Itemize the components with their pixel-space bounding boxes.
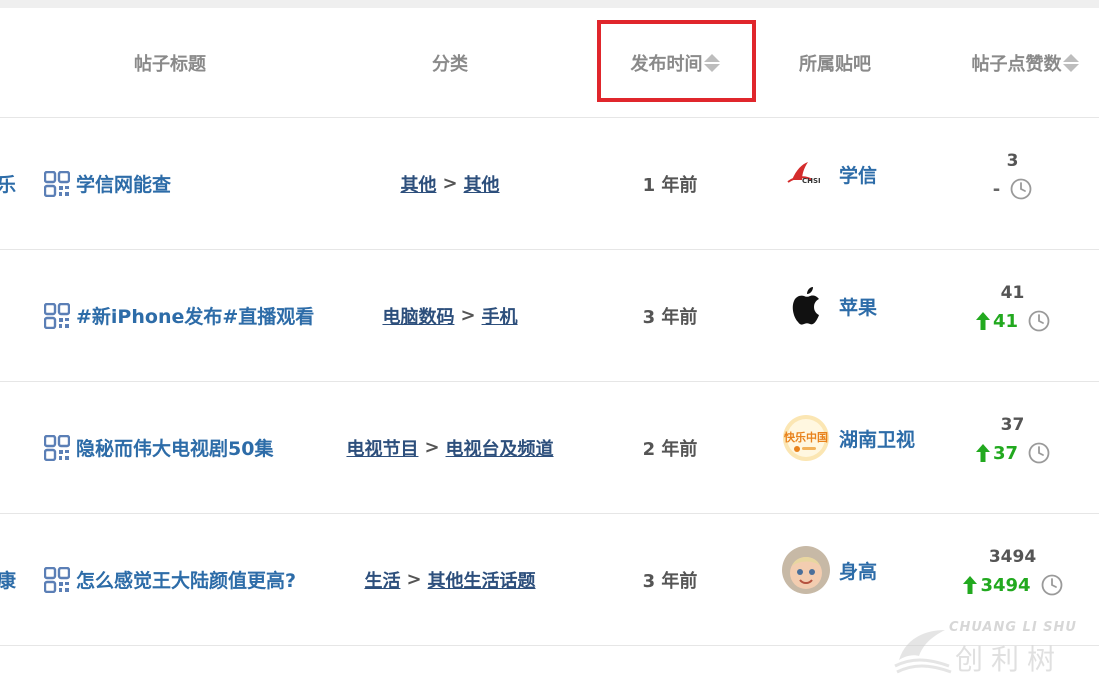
watermark-en: CHUANG LI SHU: [949, 620, 1077, 635]
tieba-name-link[interactable]: 湖南卫视: [839, 425, 915, 452]
tieba-name-link[interactable]: 学信: [839, 161, 877, 188]
clock-icon[interactable]: [1028, 310, 1050, 332]
watermark-cn: 创利树: [955, 643, 1064, 676]
table-row: #新iPhone发布#直播观看 电脑数码 > 手机 3 年前 苹果 41 41: [0, 250, 1099, 382]
likes-count: 3: [1006, 151, 1019, 171]
category-cell: 其他 > 其他: [310, 118, 590, 249]
likes-delta-value: 41: [992, 310, 1019, 332]
category-link-primary[interactable]: 生活: [364, 567, 400, 593]
column-category-label: 分类: [432, 53, 468, 75]
tieba-cell: CHSI 学信: [782, 118, 877, 230]
column-header-likes[interactable]: 帖子点赞数: [950, 8, 1099, 117]
post-title-link[interactable]: 隐秘而伟大电视剧50集: [43, 382, 274, 513]
category-link-primary[interactable]: 电视节目: [346, 435, 418, 461]
likes-change: 37: [950, 442, 1075, 464]
truncated-text: 乐: [0, 174, 16, 196]
post-title-text: 隐秘而伟大电视剧50集: [76, 438, 274, 460]
clock-icon[interactable]: [1028, 442, 1050, 464]
category-link-secondary[interactable]: 其他: [464, 171, 500, 197]
post-title-link[interactable]: 学信网能查: [43, 118, 172, 249]
post-title-link[interactable]: #新iPhone发布#直播观看: [43, 250, 315, 381]
category-link-primary[interactable]: 其他: [400, 171, 436, 197]
category-cell: 电脑数码 > 手机: [310, 250, 590, 381]
category-link-secondary[interactable]: 电视台及频道: [446, 435, 554, 461]
category-link-secondary[interactable]: 手机: [482, 303, 518, 329]
post-title-text: 怎么感觉王大陆颜值更高?: [76, 570, 297, 592]
likes-delta-value: 3494: [980, 574, 1031, 596]
post-title-text: #新iPhone发布#直播观看: [76, 306, 315, 328]
qr-code-icon[interactable]: [43, 434, 71, 461]
category-separator: >: [460, 305, 476, 326]
svg-text:快乐中国: 快乐中国: [783, 430, 828, 444]
publish-time: 3 年前: [642, 306, 698, 328]
clock-icon[interactable]: [1041, 574, 1063, 596]
likes-change: -: [950, 178, 1075, 200]
category-cell: 生活 > 其他生活话题: [310, 514, 590, 645]
truncated-cell: 乐: [0, 118, 16, 249]
likes-count: 37: [1000, 415, 1025, 435]
arrow-up-icon: [975, 311, 991, 331]
tieba-logo-icon[interactable]: 快乐中国: [782, 414, 830, 462]
watermark-logo: CHUANG LI SHU 创利树: [893, 618, 1093, 678]
tieba-name-link[interactable]: 身高: [839, 557, 877, 584]
tieba-cell: 身高: [782, 514, 877, 626]
svg-text:CHSI: CHSI: [802, 177, 821, 185]
likes-change: 41: [950, 310, 1075, 332]
category-separator: >: [424, 437, 440, 458]
highlight-box: [597, 20, 756, 102]
post-title-text: 学信网能查: [76, 174, 172, 196]
table-header: 帖子标题 分类 发布时间 所属贴吧 帖子点赞数: [0, 8, 1099, 118]
column-likes-label: 帖子点赞数: [971, 53, 1062, 75]
tieba-cell: 苹果: [782, 250, 877, 362]
table-row: 乐 学信网能查 其他 > 其他 1 年前 CHSI 学信 3-: [0, 118, 1099, 250]
likes-count: 3494: [988, 547, 1037, 567]
likes-count: 41: [1000, 283, 1025, 303]
truncated-cell: 康: [0, 514, 16, 645]
tieba-name-link[interactable]: 苹果: [839, 293, 877, 320]
likes-delta-value: -: [992, 178, 1001, 200]
column-header-category: 分类: [310, 8, 590, 117]
tieba-cell: 快乐中国 湖南卫视: [782, 382, 915, 494]
column-header-tieba: 所属贴吧: [760, 8, 910, 117]
publish-time: 1 年前: [642, 174, 698, 196]
column-tieba-label: 所属贴吧: [799, 53, 871, 75]
category-cell: 电视节目 > 电视台及频道: [310, 382, 590, 513]
likes-cell: 3-: [950, 118, 1075, 249]
top-bar: [0, 0, 1099, 8]
arrow-up-icon: [962, 575, 978, 595]
likes-delta-value: 37: [992, 442, 1019, 464]
qr-code-icon[interactable]: [43, 566, 71, 593]
tieba-logo-icon[interactable]: CHSI: [782, 150, 830, 198]
table-row: 隐秘而伟大电视剧50集 电视节目 > 电视台及频道 2 年前 快乐中国 湖南卫视 37 37: [0, 382, 1099, 514]
sort-icon[interactable]: [1062, 53, 1079, 72]
publish-time: 2 年前: [642, 438, 698, 460]
category-separator: >: [406, 569, 422, 590]
likes-cell: 37 37: [950, 382, 1075, 513]
category-separator: >: [442, 173, 458, 194]
column-title-label: 帖子标题: [134, 53, 206, 75]
category-link-primary[interactable]: 电脑数码: [382, 303, 454, 329]
likes-change: 3494: [950, 574, 1075, 596]
post-title-link[interactable]: 怎么感觉王大陆颜值更高?: [43, 514, 297, 645]
category-link-secondary[interactable]: 其他生活话题: [428, 567, 536, 593]
qr-code-icon[interactable]: [43, 170, 71, 197]
likes-cell: 41 41: [950, 250, 1075, 381]
truncated-text: 康: [0, 570, 16, 592]
arrow-up-icon: [975, 443, 991, 463]
tieba-logo-icon[interactable]: [782, 282, 830, 330]
column-header-title: 帖子标题: [40, 8, 300, 117]
clock-icon[interactable]: [1010, 178, 1032, 200]
tieba-logo-icon[interactable]: [782, 546, 830, 594]
publish-time: 3 年前: [642, 570, 698, 592]
qr-code-icon[interactable]: [43, 302, 71, 329]
